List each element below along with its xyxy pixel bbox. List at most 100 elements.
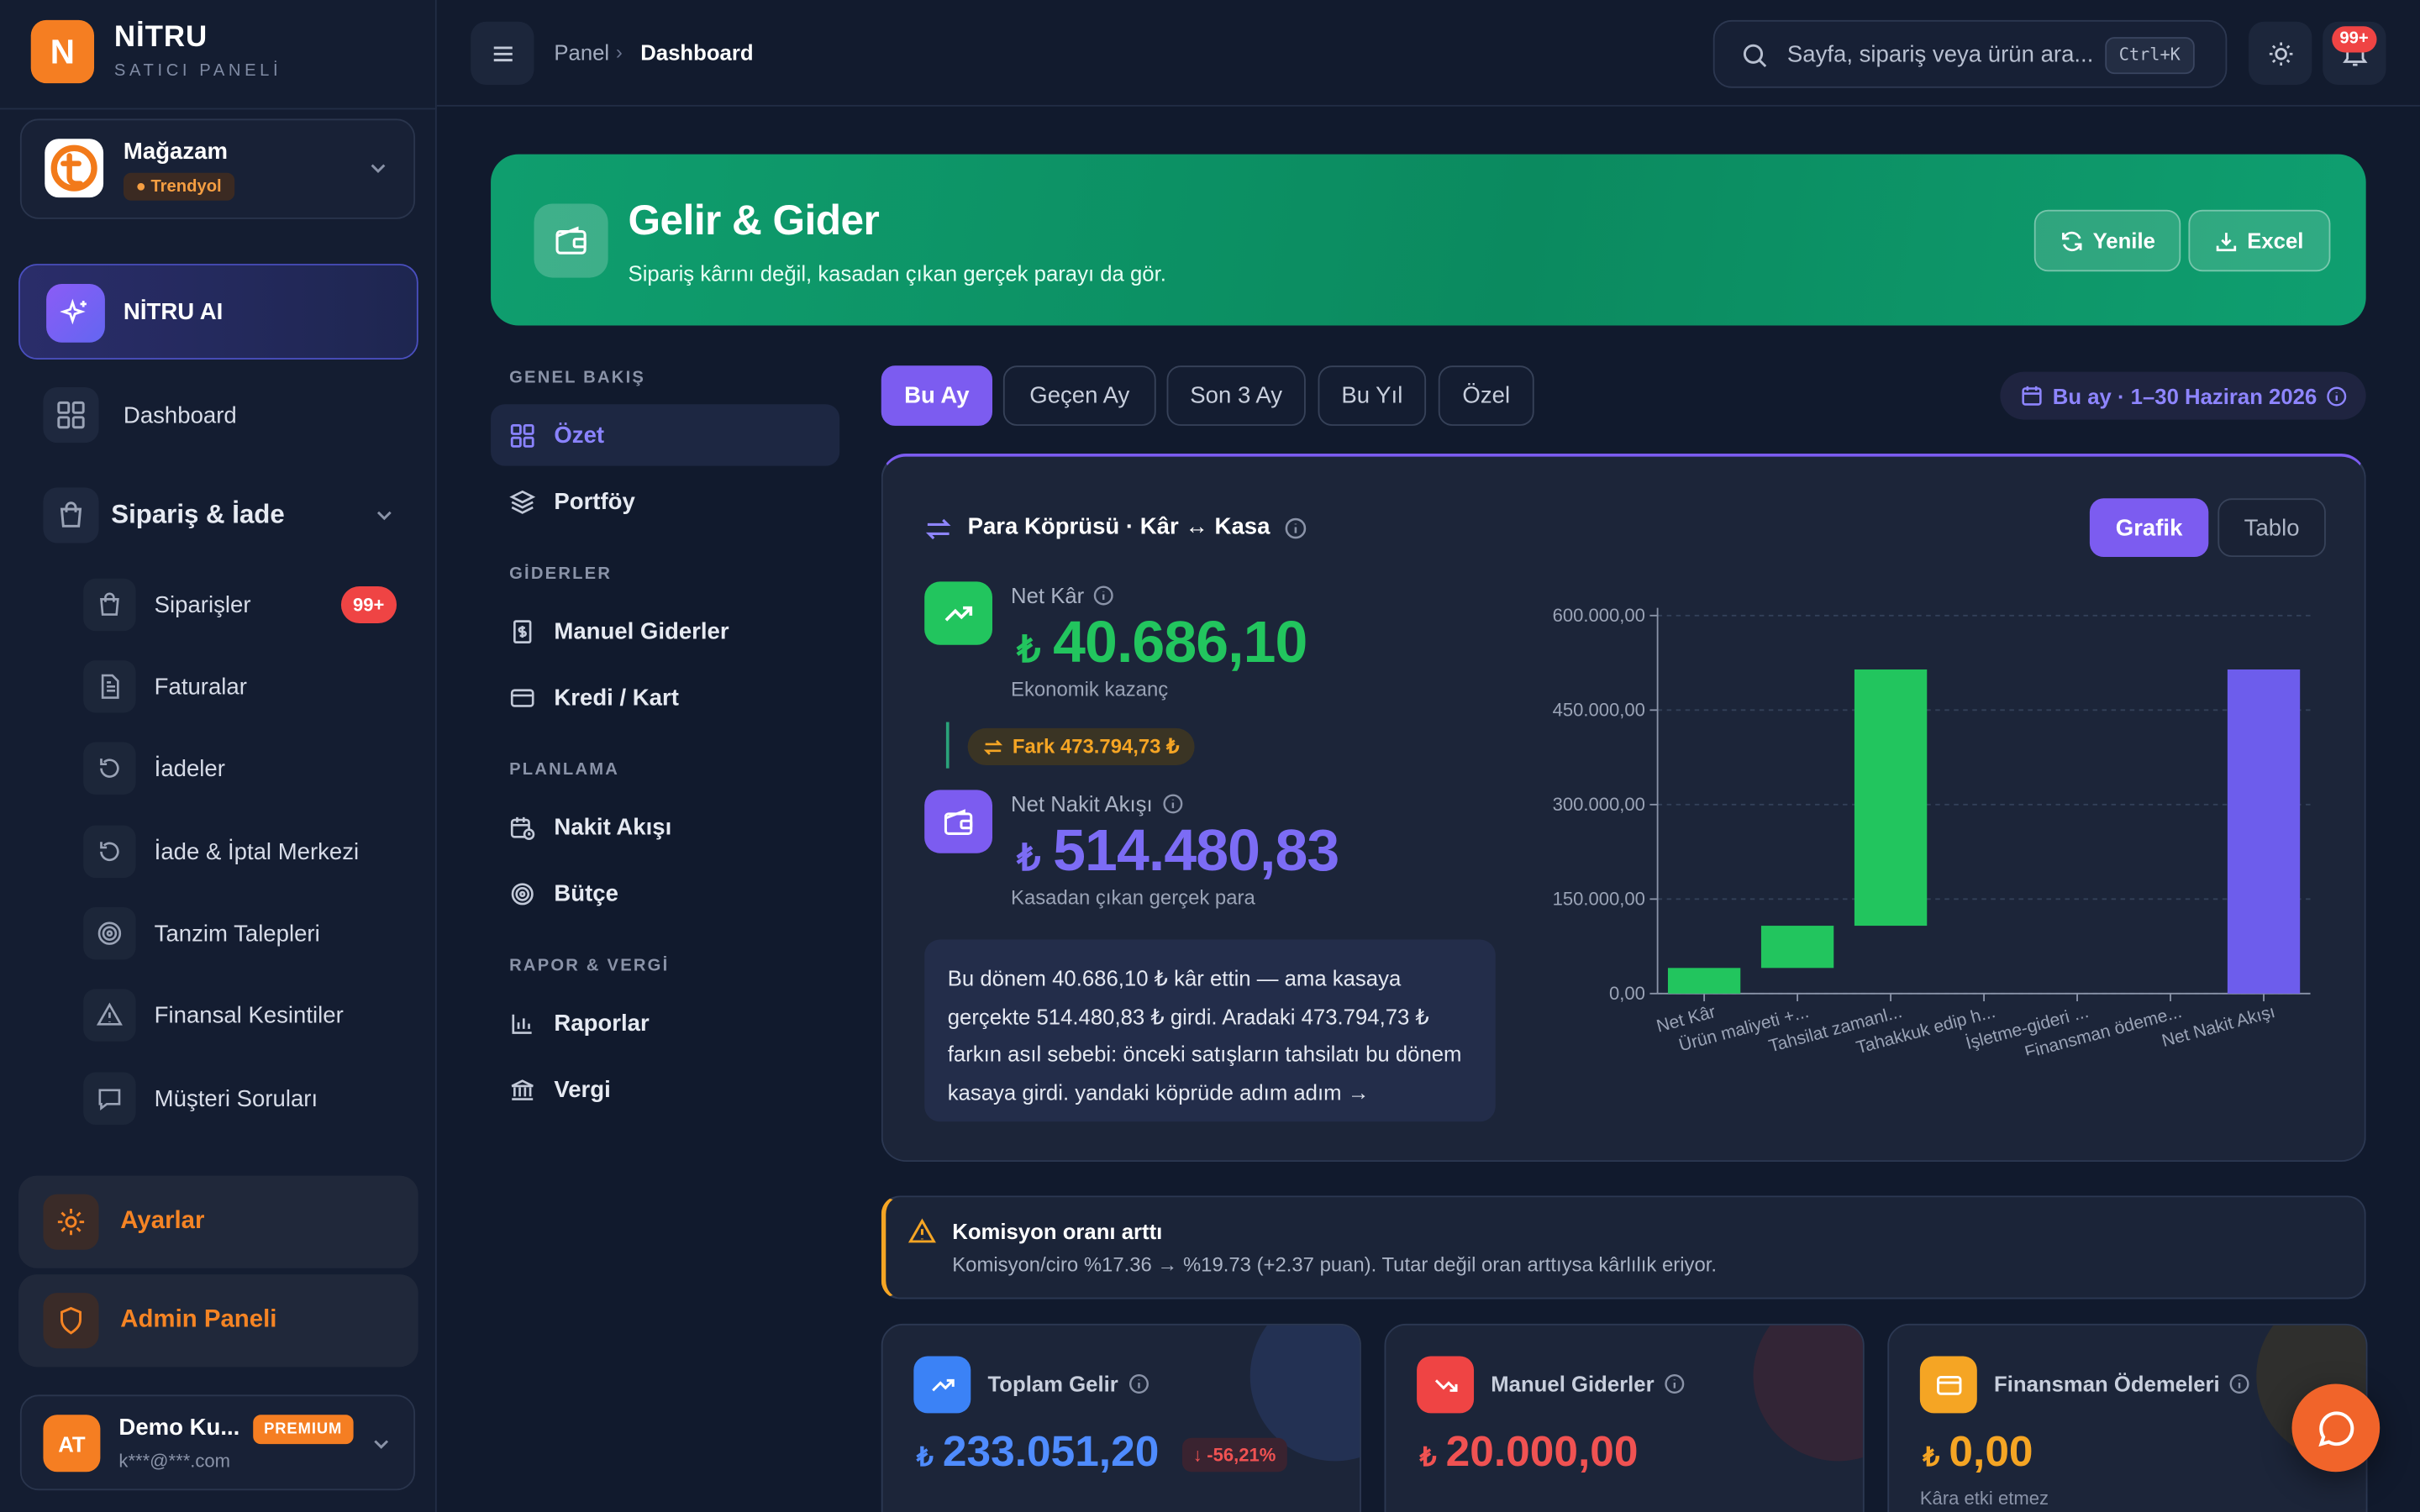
sidebar-item-finansal-kesintiler[interactable]: Finansal Kesintiler [83, 989, 344, 1041]
trend-down-icon [1417, 1356, 1474, 1413]
submenu-item-kredi-kart[interactable]: Kredi / Kart [491, 666, 839, 727]
brand-logo[interactable]: N [31, 20, 94, 83]
waterfall-bar [1668, 968, 1740, 994]
section-title: GİDERLER [509, 564, 612, 583]
sidebar-item-iadeler[interactable]: İadeler [83, 742, 225, 794]
sidebar-item-tanzim-talepleri[interactable]: Tanzim Talepleri [83, 907, 320, 959]
sidebar-item-dashboard[interactable]: Dashboard [43, 387, 236, 443]
receipt-dollar-icon [509, 618, 535, 644]
info-icon [2326, 385, 2348, 407]
brand-subtitle: SATICI PANELİ [114, 61, 281, 80]
net-profit-value: 40.686,10 [1053, 611, 1307, 677]
target-icon [509, 880, 535, 906]
currency-symbol: ₺ [917, 1442, 934, 1473]
chat-icon [83, 1073, 135, 1125]
period-this-year[interactable]: Bu Yıl [1318, 365, 1427, 426]
premium-badge: PREMIUM [253, 1415, 353, 1444]
info-icon[interactable] [1093, 585, 1115, 606]
sidebar-item-musteri-sorulari[interactable]: Müşteri Soruları [83, 1073, 318, 1125]
bar-chart-icon [509, 1010, 535, 1036]
submenu-item-label: Bütçe [554, 880, 618, 906]
refresh-icon [2060, 229, 2084, 253]
trend-up-icon [913, 1356, 971, 1413]
shopping-bag-icon [43, 487, 98, 543]
submenu-item-label: Portföy [554, 488, 634, 514]
bank-icon [509, 1076, 535, 1102]
y-tick-label: 150.000,00 [1553, 889, 1645, 910]
chat-bubble-icon [2316, 1408, 2356, 1448]
view-chart-toggle[interactable]: Grafik [2090, 498, 2208, 557]
submenu-item-manuel-giderler[interactable]: Manuel Giderler [491, 600, 839, 661]
kpi-delta-badge: ↓-56,21% [1182, 1438, 1286, 1472]
net-cash-value-row: ₺ 514.480,83 [1017, 819, 1339, 885]
breadcrumb-panel[interactable]: Panel [554, 40, 609, 65]
difference-text: Fark 473.794,73 ₺ [1013, 734, 1179, 759]
chevron-down-icon [367, 157, 389, 179]
submenu-item-butce[interactable]: Bütçe [491, 863, 839, 924]
search-input[interactable]: Sayfa, sipariş veya ürün ara... Ctrl+K [1713, 20, 2228, 88]
currency-symbol: ₺ [1420, 1442, 1437, 1473]
date-range-chip[interactable]: Bu ay · 1–30 Haziran 2026 [2000, 372, 2365, 420]
chevron-down-icon [373, 505, 395, 527]
grid-icon [43, 387, 98, 443]
period-custom[interactable]: Özel [1439, 365, 1534, 426]
submenu-item-nakit-akisi[interactable]: Nakit Akışı [491, 796, 839, 858]
theme-toggle-button[interactable] [2249, 22, 2312, 85]
target-icon [83, 907, 135, 959]
sidebar-item-settings[interactable]: Ayarlar [18, 1176, 418, 1268]
currency-symbol: ₺ [1017, 628, 1040, 673]
excel-export-button[interactable]: Excel [2188, 210, 2329, 271]
waterfall-chart: 0,00150.000,00300.000,00450.000,00600.00… [1507, 592, 2341, 1055]
period-last-3-months[interactable]: Son 3 Ay [1167, 365, 1306, 426]
submenu-item-vergi[interactable]: Vergi [491, 1058, 839, 1120]
money-bridge-card: Para Köprüsü · Kâr ↔ Kasa Grafik Tablo N… [881, 454, 2366, 1162]
user-menu[interactable]: AT Demo Ku... PREMIUM k***@***.com [20, 1394, 415, 1490]
kpi-label: Manuel Giderler [1491, 1372, 1654, 1396]
menu-toggle-button[interactable] [471, 22, 534, 85]
wallet-icon [924, 790, 992, 853]
sidebar-item-siparisler[interactable]: Siparişler 99+ [83, 579, 397, 631]
info-icon[interactable] [1284, 517, 1307, 540]
alert-title: Komisyon oranı arttı [952, 1219, 1162, 1243]
submenu-item-raporlar[interactable]: Raporlar [491, 992, 839, 1053]
kpi-card-manual-expenses: Manuel Giderler ₺ 20.000,00 [1385, 1324, 1865, 1512]
chat-support-button[interactable] [2291, 1384, 2380, 1473]
avatar: AT [43, 1415, 100, 1472]
refresh-button[interactable]: Yenile [2034, 210, 2181, 271]
shortcut-hint: Ctrl+K [2105, 37, 2194, 74]
sidebar-item-faturalar[interactable]: Faturalar [83, 660, 247, 712]
sidebar-group-siparis-iade[interactable]: Sipariş & İade [43, 487, 395, 543]
connector-line [946, 722, 950, 769]
view-table-toggle[interactable]: Tablo [2217, 498, 2326, 557]
store-selector[interactable]: Mağazam ● Trendyol [20, 118, 415, 218]
net-profit-label-row: Net Kâr [1011, 583, 1115, 607]
shopping-bag-icon [83, 579, 135, 631]
kpi-label-row: Toplam Gelir [987, 1372, 1149, 1396]
user-name: Demo Ku... [118, 1415, 239, 1441]
waterfall-bar [2228, 669, 2300, 994]
return-icon [83, 826, 135, 878]
submenu-item-ozet[interactable]: Özet [491, 404, 839, 465]
section-title: GENEL BAKIŞ [509, 369, 645, 387]
explanation-box: Bu dönem 40.686,10 ₺ kâr ettin — ama kas… [924, 940, 1496, 1122]
kpi-label-row: Finansman Ödemeleri [1994, 1372, 2250, 1396]
kpi-value: 0,00 [1949, 1427, 2033, 1477]
store-platform-badge: ● Trendyol [124, 173, 234, 201]
sidebar-item-label: İade & İptal Merkezi [155, 838, 359, 864]
info-icon[interactable] [1664, 1373, 1686, 1395]
layers-icon [509, 488, 535, 514]
period-this-month[interactable]: Bu Ay [881, 365, 992, 426]
nitru-ai-button[interactable]: NİTRU AI [18, 264, 418, 360]
info-icon[interactable] [2229, 1373, 2251, 1395]
kpi-value-row: ₺ 233.051,20 [917, 1427, 1159, 1477]
sidebar-item-admin[interactable]: Admin Paneli [18, 1274, 418, 1367]
info-icon[interactable] [1162, 793, 1184, 815]
info-icon[interactable] [1128, 1373, 1150, 1395]
submenu-item-portfoy[interactable]: Portföy [491, 470, 839, 532]
date-range-label: Bu ay · 1–30 Haziran 2026 [2053, 383, 2317, 407]
period-last-month[interactable]: Geçen Ay [1003, 365, 1156, 426]
store-platform: Trendyol [150, 177, 221, 196]
sidebar-item-iade-iptal-merkezi[interactable]: İade & İptal Merkezi [83, 826, 359, 878]
store-name: Mağazam [124, 139, 228, 165]
page-header-banner: Gelir & Gider Sipariş kârını değil, kasa… [491, 155, 2366, 326]
